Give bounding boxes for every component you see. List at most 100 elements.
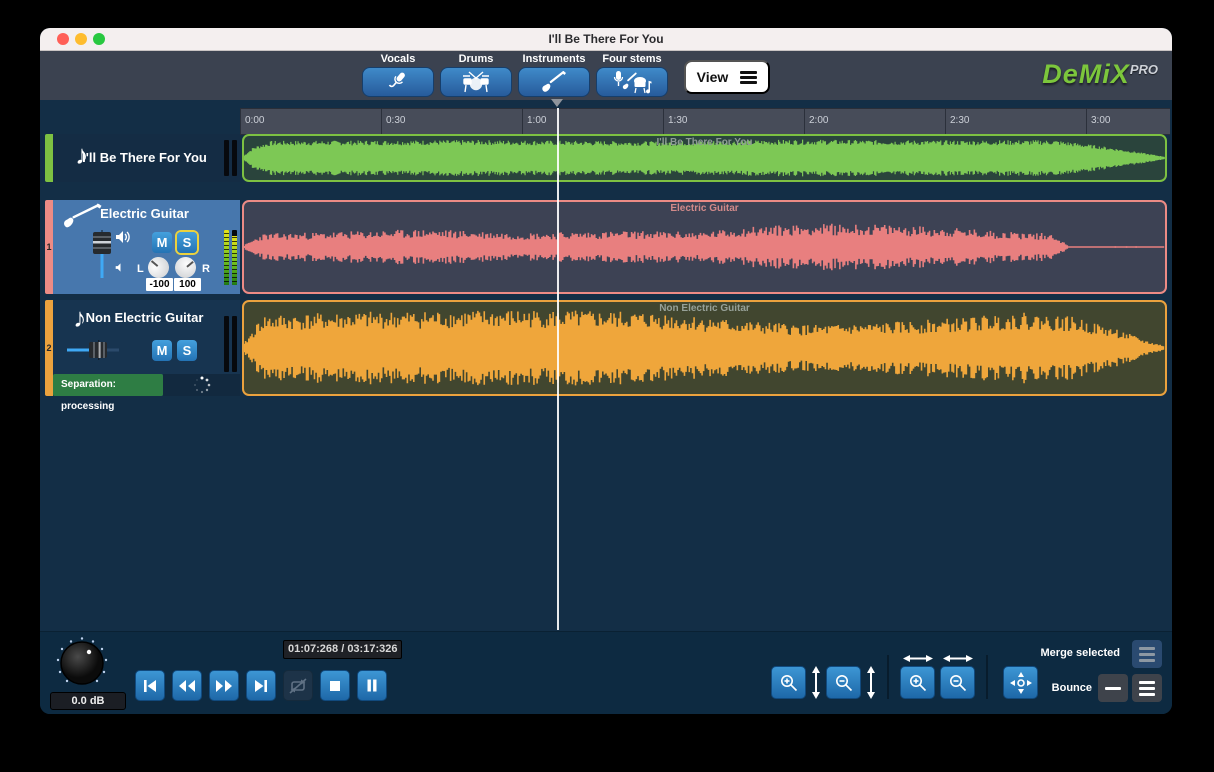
separation-status: Separation: processing (53, 374, 163, 396)
logo-suffix: PRO (1130, 62, 1158, 77)
drums-icon (461, 70, 491, 94)
timeline-ruler[interactable]: 0:000:301:001:302:002:303:00 (240, 108, 1170, 135)
pan-right-label: R (202, 263, 210, 275)
divider (887, 655, 889, 699)
ruler-tick: 1:30 (663, 109, 687, 134)
track-row-non-electric-guitar: 2 ♪ Non Electric Guitar M S (45, 300, 1167, 396)
track-number: 2 (46, 343, 51, 353)
playhead-marker[interactable] (551, 99, 563, 107)
fast-forward-icon (215, 679, 233, 693)
audio-clip-mix[interactable]: I'll Be There For You (242, 134, 1167, 182)
stem-four-stems: Four stems (596, 53, 668, 97)
zoom-out-icon (948, 673, 968, 693)
titlebar: I'll Be There For You (40, 28, 1172, 51)
stem-label: Instruments (523, 53, 586, 65)
stem-instruments: Instruments (518, 53, 590, 97)
solo-button[interactable]: S (177, 232, 197, 253)
pause-button[interactable] (357, 670, 387, 701)
zoom-out-horizontal-button[interactable] (940, 666, 975, 699)
horizontal-slider[interactable] (65, 340, 121, 360)
track-color-strip[interactable] (45, 134, 53, 182)
mute-button[interactable]: M (152, 232, 172, 253)
zoom-out-vertical-button[interactable] (826, 666, 861, 699)
hamburger-menu-icon (740, 69, 757, 86)
ruler-tick: 2:00 (804, 109, 828, 134)
rewind-button[interactable] (172, 670, 202, 701)
bounce-menu-button[interactable] (1132, 674, 1162, 702)
bounce-minus-button[interactable] (1098, 674, 1128, 702)
track-header-electric-guitar[interactable]: Electric Guitar M S (53, 200, 240, 294)
transport-controls (135, 670, 387, 701)
track-title: Non Electric Guitar (73, 310, 216, 325)
drums-button[interactable] (440, 67, 512, 97)
ruler-tick: 1:00 (522, 109, 546, 134)
track-number: 1 (46, 242, 51, 252)
mute-button[interactable]: M (152, 340, 172, 361)
demix-pro-logo: DeMiX PRO (1042, 60, 1158, 88)
stop-button[interactable] (320, 670, 350, 701)
fast-forward-button[interactable] (209, 670, 239, 701)
track-title: Electric Guitar (73, 206, 216, 221)
skip-start-icon (142, 679, 158, 693)
app-window: I'll Be There For You Vocals Drums (40, 28, 1172, 714)
speaker-loud-icon (115, 230, 131, 244)
four-stems-button[interactable] (596, 67, 668, 97)
stop-icon (329, 680, 341, 692)
view-button[interactable]: View (684, 60, 770, 94)
ruler-tick: 0:30 (381, 109, 405, 134)
rewind-icon (178, 679, 196, 693)
vocals-button[interactable] (362, 67, 434, 97)
time-display: 01:07:268 / 03:17:326 (283, 640, 402, 659)
stem-buttons: Vocals Drums (362, 53, 668, 97)
ruler-tick: 3:00 (1086, 109, 1110, 134)
audio-clip-non-electric-guitar[interactable]: Non Electric Guitar (242, 300, 1167, 396)
track-header-mix[interactable]: ♪ I'll Be There For You (53, 134, 240, 182)
instruments-button[interactable] (518, 67, 590, 97)
track-header-non-electric-guitar[interactable]: ♪ Non Electric Guitar M S Separat (53, 300, 240, 396)
track-title: I'll Be There For You (73, 150, 216, 165)
track-color-strip[interactable]: 2 (45, 300, 53, 396)
horizontal-resize-icon (903, 654, 933, 663)
loop-disabled-icon (288, 678, 308, 694)
logo-text: DeMiX (1042, 60, 1130, 88)
guitar-icon (540, 70, 568, 94)
skip-end-icon (253, 679, 269, 693)
pan-left-value[interactable]: -100 (146, 278, 173, 291)
toolbar: Vocals Drums (40, 51, 1172, 100)
merge-selected-label: Merge selected (1041, 647, 1120, 659)
audio-clip-electric-guitar[interactable]: Electric Guitar (242, 200, 1167, 294)
vertical-resize-icon (811, 666, 821, 699)
playhead-line[interactable] (557, 108, 559, 630)
stem-label: Drums (459, 53, 494, 65)
divider (986, 655, 988, 699)
level-meter (224, 230, 237, 285)
loop-button[interactable] (283, 670, 313, 701)
level-meter (224, 140, 237, 176)
pan-right-value[interactable]: 100 (174, 278, 201, 291)
track-row-mix: ♪ I'll Be There For You I'll Be There Fo… (45, 134, 1167, 182)
fit-view-icon (1010, 672, 1032, 694)
view-button-label: View (697, 69, 729, 85)
zoom-fit-button[interactable] (1003, 666, 1038, 699)
waveform-electric-guitar (244, 202, 1165, 292)
zoom-in-icon (779, 673, 799, 693)
master-volume-value: 0.0 dB (50, 692, 126, 710)
speaker-quiet-icon (115, 262, 126, 273)
volume-fader[interactable] (89, 228, 115, 280)
horizontal-resize-icon (943, 654, 973, 663)
track-color-strip[interactable]: 1 (45, 200, 53, 294)
spinner-icon (192, 375, 212, 395)
vertical-resize-icon (866, 666, 876, 699)
master-volume-knob[interactable] (53, 636, 111, 692)
merge-selected-button[interactable] (1132, 640, 1162, 668)
level-meter (224, 316, 237, 372)
ruler-tick: 0:00 (240, 109, 264, 134)
pause-icon (366, 679, 378, 692)
zoom-in-horizontal-button[interactable] (900, 666, 935, 699)
solo-button[interactable]: S (177, 340, 197, 361)
clip-label: Non Electric Guitar (244, 303, 1165, 314)
skip-to-end-button[interactable] (246, 670, 276, 701)
zoom-in-vertical-button[interactable] (771, 666, 806, 699)
skip-to-start-button[interactable] (135, 670, 165, 701)
zoom-out-icon (834, 673, 854, 693)
